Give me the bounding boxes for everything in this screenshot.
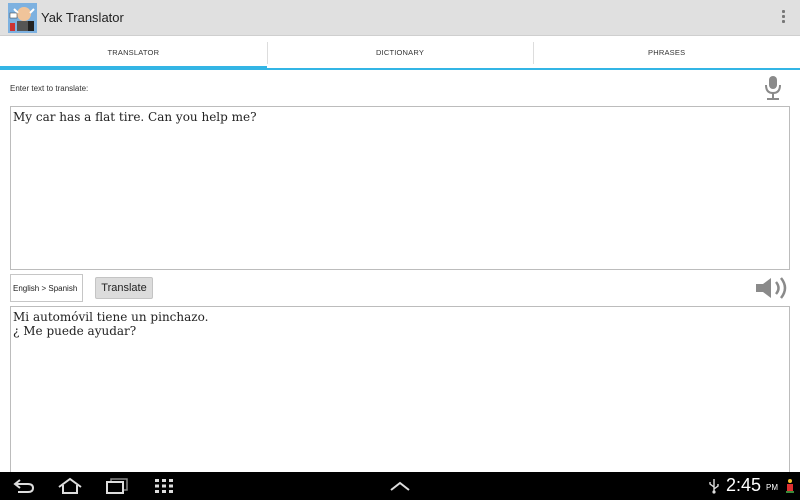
usb-icon xyxy=(708,478,720,499)
system-bar: 2:45 PM xyxy=(0,472,800,500)
notification-icon[interactable] xyxy=(785,478,795,499)
microphone-icon[interactable] xyxy=(762,75,784,101)
recent-apps-icon[interactable] xyxy=(105,477,129,500)
speaker-icon[interactable] xyxy=(755,276,791,300)
app-grid-icon[interactable] xyxy=(154,477,174,500)
overflow-menu-icon[interactable] xyxy=(780,10,786,26)
input-prompt-label: Enter text to translate: xyxy=(10,84,89,93)
source-text-input[interactable]: My car has a flat tire. Can you help me? xyxy=(10,106,790,270)
home-icon[interactable] xyxy=(57,477,83,500)
tab-translator[interactable]: TRANSLATOR xyxy=(0,36,267,70)
app-logo-icon[interactable] xyxy=(8,3,37,33)
chevron-up-icon[interactable] xyxy=(388,477,412,500)
translate-button[interactable]: Translate xyxy=(95,277,153,299)
clock-time: 2:45 xyxy=(726,475,762,495)
screen: Yak Translator TRANSLATOR DICTIONARY PHR… xyxy=(0,0,800,500)
back-icon[interactable] xyxy=(12,477,36,500)
translation-output[interactable]: Mi automóvil tiene un pinchazo. ¿ Me pue… xyxy=(10,306,790,474)
tab-bar: TRANSLATOR DICTIONARY PHRASES xyxy=(0,36,800,70)
tab-phrases[interactable]: PHRASES xyxy=(533,36,800,68)
clock-ampm: PM xyxy=(766,483,778,492)
app-title: Yak Translator xyxy=(41,10,124,25)
tab-dictionary[interactable]: DICTIONARY xyxy=(266,36,534,68)
language-pair-select[interactable]: English > Spanish xyxy=(10,274,83,302)
action-bar: Yak Translator xyxy=(0,0,800,36)
